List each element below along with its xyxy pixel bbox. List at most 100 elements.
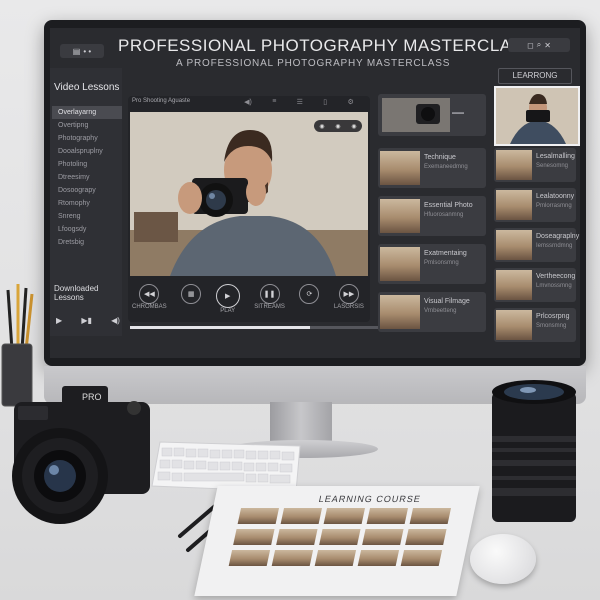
lesson-title: Essential Photo	[424, 202, 473, 209]
window-menu-button[interactable]: ▤ • •	[60, 44, 104, 58]
sidebar-item[interactable]: Lfoogsdy	[52, 223, 122, 236]
next-icon[interactable]: ▶▮	[81, 316, 92, 325]
list-icon[interactable]: ≡	[272, 98, 276, 106]
play-icon: ▶	[225, 293, 231, 300]
sidebar-item[interactable]: Dooalspruplny	[52, 145, 122, 158]
video-overlay-controls: ◉ ◉ ◉	[314, 120, 362, 132]
control-group: ❚❚ SITREAMS	[254, 284, 285, 310]
booklet-thumbnail	[357, 550, 400, 566]
pause-icon: ❚❚	[263, 291, 276, 298]
lesson-title: Lealatoonny	[536, 193, 575, 200]
photographer-image	[130, 112, 368, 276]
bookmark-icon[interactable]: ▯	[323, 98, 327, 106]
lesson-thumbnail	[496, 190, 532, 220]
downloaded-lessons-link[interactable]: Downloaded Lessons	[54, 284, 120, 302]
booklet-thumbnail	[409, 508, 452, 524]
course-booklet: LEARNING COURSE	[194, 486, 480, 596]
booklet-title: LEARNING COURSE	[317, 494, 423, 504]
volume-icon[interactable]: ◀)	[111, 316, 120, 325]
sidebar-heading: Video Lessons	[54, 82, 120, 93]
lesson-card[interactable]: Essential Photo Hfuorosanmng	[378, 196, 486, 236]
play-button[interactable]: ▶	[215, 284, 240, 308]
lesson-subtitle: Lmvnossmng	[536, 283, 572, 289]
lesson-subtitle: Iemssrndmng	[536, 243, 573, 249]
lesson-card[interactable]: Lealatoonny Pmlorrasmng	[494, 188, 576, 222]
booklet-thumbnail	[237, 508, 280, 524]
progress-track[interactable]	[130, 326, 420, 329]
instructor-image	[496, 88, 578, 144]
play-icon[interactable]: ▶	[56, 316, 62, 325]
sidebar-list: Overlayarng Overtipng Photography Dooals…	[52, 106, 122, 249]
lesson-card[interactable]: Prlcosrpng Smonsmng	[494, 308, 576, 342]
booklet-thumbnail	[405, 529, 447, 545]
cc-icon[interactable]: ◉	[335, 123, 340, 130]
lesson-title: Exatmentaing	[424, 250, 467, 257]
booklet-thumbnail	[319, 529, 361, 545]
chapters-button[interactable]: ▦	[181, 284, 202, 304]
lesson-card[interactable]: Exatmentaing Pmlsonsmng	[378, 244, 486, 284]
control-group: ▶ PLAY	[215, 284, 240, 314]
sidebar-item[interactable]: Photography	[52, 132, 122, 145]
lesson-thumbnail	[496, 230, 532, 260]
lesson-thumbnail	[496, 270, 532, 300]
lesson-card[interactable]: Visual Filmage Vrnbeetteng	[378, 292, 486, 332]
sidebar-item[interactable]: Dtreesimy	[52, 171, 122, 184]
lesson-thumbnail	[496, 310, 532, 340]
lesson-thumbnail	[380, 199, 420, 233]
player-toolbar: ◀) ≡ ☰ ▯ ⚙	[234, 98, 364, 106]
booklet-thumb-grid	[228, 508, 452, 566]
loop-button[interactable]: ⟳	[299, 284, 320, 304]
fullscreen-icon[interactable]: ◉	[351, 123, 356, 130]
chapters-icon[interactable]: ☰	[297, 98, 303, 106]
window-close-icon[interactable]: ✕	[544, 41, 551, 50]
instructor-thumbnail[interactable]	[494, 86, 580, 146]
progress-fill	[130, 326, 310, 329]
lesson-subtitle: Vrnbeetteng	[424, 308, 457, 314]
settings-icon[interactable]: ⚙	[348, 98, 354, 106]
lesson-thumbnail	[380, 247, 420, 281]
player-breadcrumb: Pro Shooting Aguaste	[132, 98, 191, 104]
lesson-card[interactable]: Doseagraplny Iemssrndmng	[494, 228, 580, 262]
booklet-thumbnail	[366, 508, 409, 524]
sidebar-item[interactable]: Snreng	[52, 210, 122, 223]
booklet-thumbnail	[323, 508, 366, 524]
rewind-button[interactable]: ◀◀	[139, 284, 160, 304]
sidebar-item[interactable]: Dretsbig	[52, 236, 122, 249]
sidebar-item[interactable]: Overlayarng	[52, 106, 122, 119]
lesson-title: Doseagraplny	[536, 233, 580, 240]
hd-icon[interactable]: ◉	[319, 123, 324, 130]
lesson-subtitle: Exemaneedmng	[424, 164, 468, 170]
tab-learning[interactable]: LEARRONG	[498, 68, 572, 84]
speaker-icon[interactable]: ◀)	[244, 98, 252, 106]
sidebar-item[interactable]: Photoling	[52, 158, 122, 171]
pause-button[interactable]: ❚❚	[259, 284, 280, 304]
window-search-icon[interactable]: ⌕	[537, 40, 541, 50]
control-group: ▦	[181, 284, 202, 304]
sidebar-item[interactable]: Dosoograpy	[52, 184, 122, 197]
lesson-card[interactable]: Lesalmalling Senesomng	[494, 148, 576, 182]
lesson-subtitle: Hfuorosanmng	[424, 212, 464, 218]
window-controls[interactable]: ◻ ⌕ ✕	[508, 38, 570, 52]
lesson-card[interactable]: Technique Exemaneedmng	[378, 148, 486, 188]
sidebar-item[interactable]: Overtipng	[52, 119, 122, 132]
camera-brand-label: PRO	[82, 392, 102, 402]
booklet-thumbnail	[280, 508, 323, 524]
lesson-subtitle: Smonsmng	[536, 323, 567, 329]
menu-icon: ▤	[72, 46, 81, 56]
booklet-thumbnail	[276, 529, 318, 545]
mouse	[470, 534, 536, 584]
control-bar: ◀◀ CHROMBAS ▦ ▶ PLAY ❚❚ SITREAMS ⟳ ▶▶ LA…	[132, 284, 364, 314]
lesson-title: Prlcosrpng	[536, 313, 570, 320]
forward-button[interactable]: ▶▶	[338, 284, 359, 304]
lesson-card[interactable]: Vertheecong Lmvnossmng	[494, 268, 576, 302]
lesson-thumbnail	[380, 295, 420, 329]
window-minimize-icon[interactable]: ◻	[527, 41, 534, 50]
booklet-thumbnail	[362, 529, 404, 545]
grid-icon: ▦	[187, 291, 195, 298]
featured-card[interactable]: ▬▬	[378, 94, 486, 136]
control-label: SITREAMS	[254, 304, 285, 310]
dots-icon: • •	[83, 46, 92, 56]
control-label: CHROMBAS	[132, 304, 167, 310]
sidebar-item[interactable]: Rtomophy	[52, 197, 122, 210]
video-frame[interactable]	[130, 112, 368, 276]
